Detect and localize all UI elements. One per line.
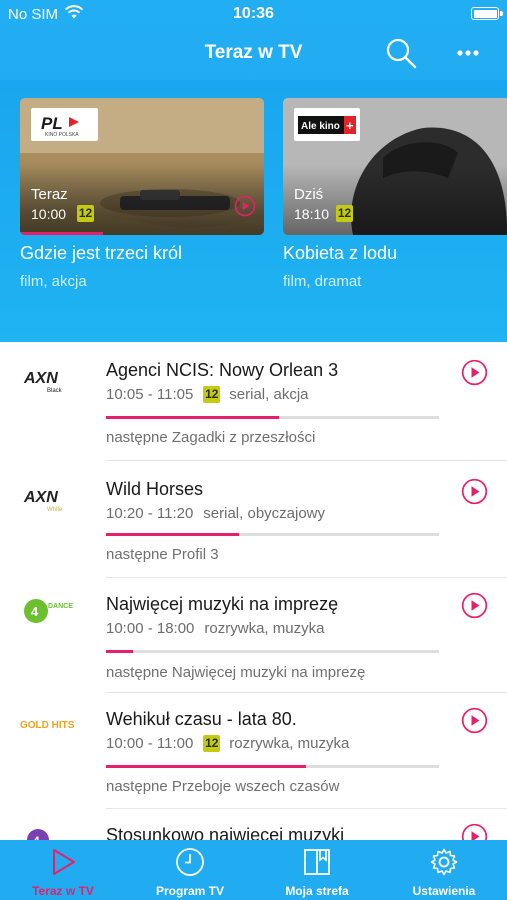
list-item[interactable]: 4 Stosunkowo najwięcej muzyki (0, 809, 507, 840)
tab-bar: Teraz w TV Program TV Moja strefa Ustawi… (0, 840, 507, 900)
featured-title: Kobieta z lodu (283, 243, 398, 263)
clock-label: 10:36 (233, 5, 274, 22)
age-rating-badge: 12 (336, 205, 353, 222)
age-rating-badge: 12 (77, 205, 94, 222)
featured-genre: film, akcja (20, 273, 87, 290)
program-genre: serial, obyczajowy (203, 505, 326, 522)
tab-teraz-w-tv[interactable]: Teraz w TV (0, 840, 126, 900)
navigation-bar: Teraz w TV (0, 28, 507, 80)
next-program: następne Zagadki z przeszłości (106, 429, 316, 446)
program-meta: 10:00 - 11:00 12 rozrywka, muzyka (106, 735, 349, 752)
list-item[interactable]: GOLD HITS Wehikuł czasu - lata 80. 10:00… (0, 693, 507, 811)
program-title: Wild Horses (106, 479, 204, 499)
program-title: Wehikuł czasu - lata 80. (106, 709, 297, 729)
featured-when: Dziś (294, 186, 324, 203)
progress-bar (106, 533, 439, 536)
featured-progress-bar (20, 232, 103, 235)
svg-text:Ale kino: Ale kino (301, 121, 340, 132)
svg-text:White: White (47, 507, 63, 513)
channel-logo-4fun-tv: 4 (18, 823, 82, 840)
channel-logo-4fun-dance: 4 DANCE (18, 594, 82, 628)
svg-text:AXN: AXN (23, 370, 58, 387)
tab-ustawienia[interactable]: Ustawienia (381, 840, 507, 900)
svg-text:AXN: AXN (23, 489, 58, 506)
tab-label: Teraz w TV (32, 884, 94, 898)
program-meta: 10:00 - 18:00 rozrywka, muzyka (106, 620, 324, 637)
now-on-tv-list[interactable]: AXN Black Agenci NCIS: Nowy Orlean 3 10:… (0, 342, 507, 840)
featured-card[interactable]: PL KINO POLSKA Teraz 10:00 12 Gdzie jest… (20, 98, 264, 290)
channel-logo-kino-polska: PL KINO POLSKA (31, 108, 98, 141)
program-title: Najwięcej muzyki na imprezę (106, 594, 339, 614)
next-program: następne Najwięcej muzyki na imprezę (106, 664, 366, 681)
status-bar: No SIM 10:36 (0, 0, 507, 28)
svg-text:PL: PL (41, 114, 63, 133)
next-program: następne Przeboje wszech czasów (106, 778, 340, 795)
tab-program-tv[interactable]: Program TV (127, 840, 253, 900)
featured-card[interactable]: Ale kino + Dziś 18:10 12 Kobieta z lodu … (283, 98, 507, 290)
next-program: następne Profil 3 (106, 546, 219, 563)
progress-bar (106, 765, 439, 768)
book-icon (304, 849, 330, 875)
featured-thumbnail: PL KINO POLSKA Teraz 10:00 12 (20, 98, 264, 235)
program-genre: serial, akcja (229, 386, 309, 403)
featured-hour: 10:00 (31, 206, 67, 222)
channel-logo-axn-black: AXN Black (18, 364, 82, 398)
age-rating-badge: 12 (203, 735, 221, 752)
svg-text:4: 4 (31, 604, 39, 619)
play-icon (53, 849, 75, 875)
svg-text:DANCE: DANCE (48, 603, 73, 610)
list-item[interactable]: AXN Black Agenci NCIS: Nowy Orlean 3 10:… (0, 342, 507, 460)
progress-bar (106, 650, 439, 653)
channel-logo-gold-hits: GOLD HITS (18, 707, 82, 741)
battery-icon (471, 7, 503, 20)
channel-logo-ale-kino: Ale kino + (294, 108, 360, 141)
program-title: Agenci NCIS: Nowy Orlean 3 (106, 360, 339, 380)
svg-text:GOLD HITS: GOLD HITS (20, 720, 75, 731)
featured-when: Teraz (31, 186, 68, 203)
play-icon[interactable] (461, 707, 488, 734)
program-genre: rozrywka, muzyka (229, 735, 350, 752)
progress-bar (106, 416, 439, 419)
svg-text:KINO POLSKA: KINO POLSKA (45, 132, 79, 138)
search-icon[interactable] (384, 36, 418, 70)
age-rating-badge: 12 (203, 386, 221, 403)
gear-icon (430, 848, 458, 876)
program-time: 10:00 - 18:00 (106, 620, 195, 637)
svg-text:Black: Black (47, 388, 63, 394)
page-title: Teraz w TV (204, 42, 303, 63)
featured-thumbnail: Ale kino + Dziś 18:10 12 (283, 98, 507, 235)
tab-label: Ustawienia (412, 884, 476, 898)
featured-title: Gdzie jest trzeci król (20, 243, 183, 263)
channel-logo-axn-white: AXN White (18, 483, 82, 517)
program-time: 10:20 - 11:20 (106, 505, 194, 522)
program-time: 10:00 - 11:00 (106, 735, 194, 752)
list-item[interactable]: 4 DANCE Najwięcej muzyki na imprezę 10:0… (0, 578, 507, 696)
play-icon[interactable] (461, 478, 488, 505)
list-item[interactable]: AXN White Wild Horses 10:20 - 11:20 seri… (0, 461, 507, 579)
more-icon[interactable] (452, 38, 484, 68)
svg-text:+: + (346, 118, 354, 133)
play-icon[interactable] (234, 195, 256, 217)
featured-hour: 18:10 (294, 206, 330, 222)
clock-icon (176, 848, 204, 876)
program-time: 10:05 - 11:05 (106, 386, 194, 403)
tab-moja-strefa[interactable]: Moja strefa (254, 840, 380, 900)
tab-label: Program TV (155, 884, 224, 898)
play-icon[interactable] (461, 823, 488, 840)
play-icon[interactable] (461, 592, 488, 619)
play-icon[interactable] (461, 359, 488, 386)
featured-genre: film, dramat (283, 273, 362, 290)
tab-label: Moja strefa (285, 884, 349, 898)
program-title: Stosunkowo najwięcej muzyki (106, 825, 345, 840)
program-meta: 10:05 - 11:05 12 serial, akcja (106, 386, 309, 403)
program-meta: 10:20 - 11:20 serial, obyczajowy (106, 505, 325, 522)
program-genre: rozrywka, muzyka (204, 620, 325, 637)
